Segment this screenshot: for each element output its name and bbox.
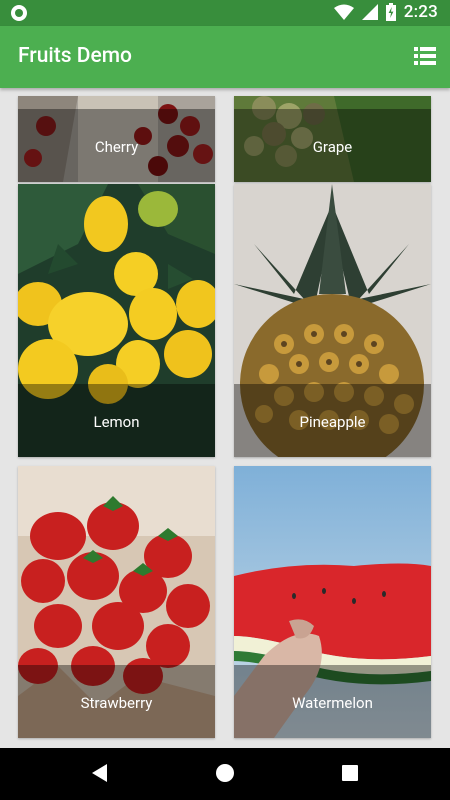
wifi-icon [333, 4, 354, 20]
fruit-card-cherry[interactable]: Cherry [18, 96, 215, 182]
home-icon[interactable] [216, 764, 234, 782]
status-bar: 2:23 [0, 0, 450, 26]
notification-icon [11, 5, 27, 21]
fruit-caption: Strawberry [18, 665, 215, 738]
fruit-card-pineapple[interactable]: Pineapple [234, 184, 431, 457]
fruit-caption: Pineapple [234, 384, 431, 457]
back-icon[interactable] [92, 764, 107, 782]
fruit-card-lemon[interactable]: Lemon [18, 184, 215, 457]
signal-icon [361, 4, 378, 20]
fruit-caption: Cherry [18, 109, 215, 182]
fruit-card-watermelon[interactable]: Watermelon [234, 466, 431, 738]
navigation-bar [0, 748, 450, 800]
battery-icon [385, 3, 396, 21]
fruit-card-strawberry[interactable]: Strawberry [18, 466, 215, 738]
app-bar: Fruits Demo [0, 26, 450, 88]
list-view-icon[interactable] [414, 47, 436, 65]
fruit-caption: Grape [234, 109, 431, 182]
fruit-card-grape[interactable]: Grape [234, 96, 431, 182]
app-title: Fruits Demo [18, 44, 132, 68]
clock: 2:23 [403, 2, 438, 22]
fruit-grid[interactable]: Cherry Grape Lemon Pineapple Strawberry … [0, 88, 450, 748]
status-icons: 2:23 [333, 2, 438, 22]
fruit-caption: Lemon [18, 384, 215, 457]
recent-apps-icon[interactable] [342, 765, 358, 781]
fruit-caption: Watermelon [234, 665, 431, 738]
